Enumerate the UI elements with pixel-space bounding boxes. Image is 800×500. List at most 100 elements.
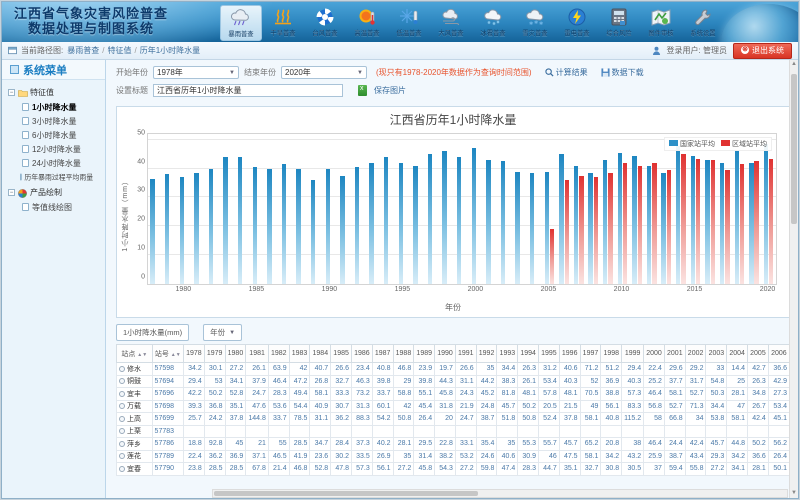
column-header-year[interactable]: 1982 <box>268 345 289 363</box>
column-header-year[interactable]: 1988 <box>393 345 414 363</box>
row-expand-icon[interactable] <box>119 466 125 472</box>
table-row[interactable]: 万载5769839.336.835.147.653.654.440.930.73… <box>117 400 790 413</box>
vertical-scrollbar[interactable]: ▲ ▼ <box>789 60 798 498</box>
toolbar-item-label: 综合风险 <box>606 29 631 38</box>
row-expand-icon[interactable] <box>119 403 125 409</box>
column-header-year[interactable]: 1990 <box>435 345 456 363</box>
sidebar-item-6小时降水量[interactable]: 6小时降水量 <box>8 128 103 142</box>
table-row[interactable]: 莲花5778922.436.236.937.146.541.923.630.23… <box>117 450 790 463</box>
breadcrumb-segment[interactable]: 特征值 <box>107 46 131 55</box>
column-header-year[interactable]: 1979 <box>204 345 225 363</box>
end-year-select[interactable]: 2020年▼ <box>281 66 367 79</box>
table-row[interactable]: 上栗57783 <box>117 425 790 438</box>
year-filter-select[interactable]: 年份▼ <box>203 324 242 341</box>
table-row[interactable]: 宜春5779023.828.528.567.821.446.852.847.85… <box>117 463 790 476</box>
column-header-year[interactable]: 2002 <box>685 345 706 363</box>
row-expand-icon[interactable] <box>119 453 125 459</box>
column-header-year[interactable]: 1981 <box>246 345 269 363</box>
column-header-year[interactable]: 1991 <box>455 345 476 363</box>
scroll-up-icon[interactable]: ▲ <box>790 60 798 69</box>
column-header-year[interactable]: 2004 <box>727 345 748 363</box>
column-header-year[interactable]: 1980 <box>225 345 246 363</box>
toolbar-item-hail[interactable]: 冰雹普查 <box>472 5 514 39</box>
column-header-year[interactable]: 1993 <box>497 345 518 363</box>
column-header-year[interactable]: 2001 <box>664 345 685 363</box>
table-row[interactable]: 修水5759834.230.127.226.163.94240.726.623.… <box>117 363 790 376</box>
value-cell: 35 <box>497 438 518 451</box>
breadcrumb-segment[interactable]: 历年1小时降水量 <box>140 46 200 55</box>
toolbar-item-drought[interactable]: 干旱普查 <box>262 5 304 39</box>
column-header-year[interactable]: 1986 <box>351 345 372 363</box>
toolbar-item-lightning[interactable]: 雷电普查 <box>556 5 598 39</box>
scroll-down-icon[interactable]: ▼ <box>790 489 798 498</box>
value-cell <box>310 425 331 438</box>
toolbar-item-snow[interactable]: ✱✱✱雪灾普查 <box>514 5 556 39</box>
column-header-year[interactable]: 1995 <box>539 345 560 363</box>
breadcrumb-segment[interactable]: 暴雨普查 <box>67 46 99 55</box>
start-year-select[interactable]: 1978年▼ <box>153 66 239 79</box>
value-cell <box>768 425 789 438</box>
column-header-year[interactable]: 1998 <box>601 345 622 363</box>
column-header-year[interactable]: 1997 <box>580 345 601 363</box>
horizontal-scrollbar[interactable] <box>212 489 788 498</box>
toolbar-item-map[interactable]: 图件审核 <box>640 5 682 39</box>
column-header-year[interactable]: 2005 <box>748 345 769 363</box>
row-expand-icon[interactable] <box>119 441 125 447</box>
column-header-year[interactable]: 2000 <box>644 345 665 363</box>
sidebar-group-products[interactable]: −产品绘制 <box>8 187 103 198</box>
metric-button[interactable]: 1小时降水量(mm) <box>116 324 189 341</box>
x-axis-label: 年份 <box>117 302 789 313</box>
toolbar-item-wrench[interactable]: 系统设置 <box>682 5 724 39</box>
value-cell: 37 <box>644 463 665 476</box>
chart-title-input[interactable] <box>153 84 343 97</box>
column-header-year[interactable]: 1985 <box>331 345 352 363</box>
sidebar-group-features[interactable]: −特征值 <box>8 87 103 98</box>
toolbar-item-low-temp[interactable]: 低温普查 <box>388 5 430 39</box>
toolbar-item-rain-cloud[interactable]: 暴雨普查 <box>220 5 262 41</box>
column-header-year[interactable]: 2006 <box>768 345 789 363</box>
value-cell: 115.2 <box>622 413 644 426</box>
logout-button[interactable]: ⊗ 退出系统 <box>733 43 792 59</box>
value-cell: 58.1 <box>664 388 685 401</box>
station-id-cell: 57698 <box>152 400 183 413</box>
row-expand-icon[interactable] <box>119 391 125 397</box>
column-header-year[interactable]: 1978 <box>183 345 204 363</box>
toolbar-item-typhoon[interactable]: 台风普查 <box>304 5 346 39</box>
sidebar-item-1小时降水量[interactable]: 1小时降水量 <box>8 100 103 114</box>
row-expand-icon[interactable] <box>119 378 125 384</box>
column-header-year[interactable]: 1992 <box>476 345 497 363</box>
column-header-year[interactable]: 1989 <box>414 345 435 363</box>
sidebar-item-等值线绘图[interactable]: 等值线绘图 <box>8 200 103 214</box>
sidebar-item-24小时降水量[interactable]: 24小时降水量 <box>8 156 103 170</box>
toolbar-item-calculator[interactable]: 综合风险 <box>598 5 640 39</box>
table-scroll-region[interactable]: 站点 ▲▼站号 ▲▼197819791980198119821983198419… <box>116 344 790 480</box>
row-expand-icon[interactable] <box>119 428 125 434</box>
column-header-year[interactable]: 1994 <box>518 345 539 363</box>
toolbar-item-high-temp[interactable]: 高温普查 <box>346 5 388 39</box>
row-expand-icon[interactable] <box>119 416 125 422</box>
table-row[interactable]: 铜鼓5769429.45334.137.946.447.226.832.746.… <box>117 375 790 388</box>
sidebar-item-3小时降水量[interactable]: 3小时降水量 <box>8 114 103 128</box>
table-row[interactable]: 萍乡5778618.892.845215528.534.728.437.340.… <box>117 438 790 451</box>
tree-expand-icon[interactable]: − <box>8 189 15 196</box>
column-header-year[interactable]: 1984 <box>310 345 331 363</box>
column-header-year[interactable]: 2003 <box>706 345 727 363</box>
column-header-year[interactable]: 1996 <box>559 345 580 363</box>
save-image-button[interactable]: 保存图片 <box>374 85 406 96</box>
column-header-站点[interactable]: 站点 ▲▼ <box>117 345 153 363</box>
download-button[interactable]: 数据下载 <box>601 67 644 78</box>
table-row[interactable]: 宜丰5769642.250.252.824.728.349.458.133.37… <box>117 388 790 401</box>
toolbar-item-gale[interactable]: 大风普查 <box>430 5 472 39</box>
column-header-站号[interactable]: 站号 ▲▼ <box>152 345 183 363</box>
sidebar-item-12小时降水量[interactable]: 12小时降水量 <box>8 142 103 156</box>
table-row[interactable]: 上高5769925.724.237.8144.833.778.531.136.2… <box>117 413 790 426</box>
sidebar-item-历年暴雨过程平均雨量[interactable]: 历年暴雨过程平均雨量 <box>8 171 90 183</box>
column-header-year[interactable]: 1987 <box>372 345 393 363</box>
calculate-button[interactable]: 计算结果 <box>545 67 588 78</box>
column-header-year[interactable]: 1983 <box>289 345 310 363</box>
value-cell: 35.4 <box>476 438 497 451</box>
column-header-year[interactable]: 1999 <box>622 345 644 363</box>
tree-expand-icon[interactable]: − <box>8 89 15 96</box>
value-cell: 24.7 <box>246 388 269 401</box>
row-expand-icon[interactable] <box>119 366 125 372</box>
